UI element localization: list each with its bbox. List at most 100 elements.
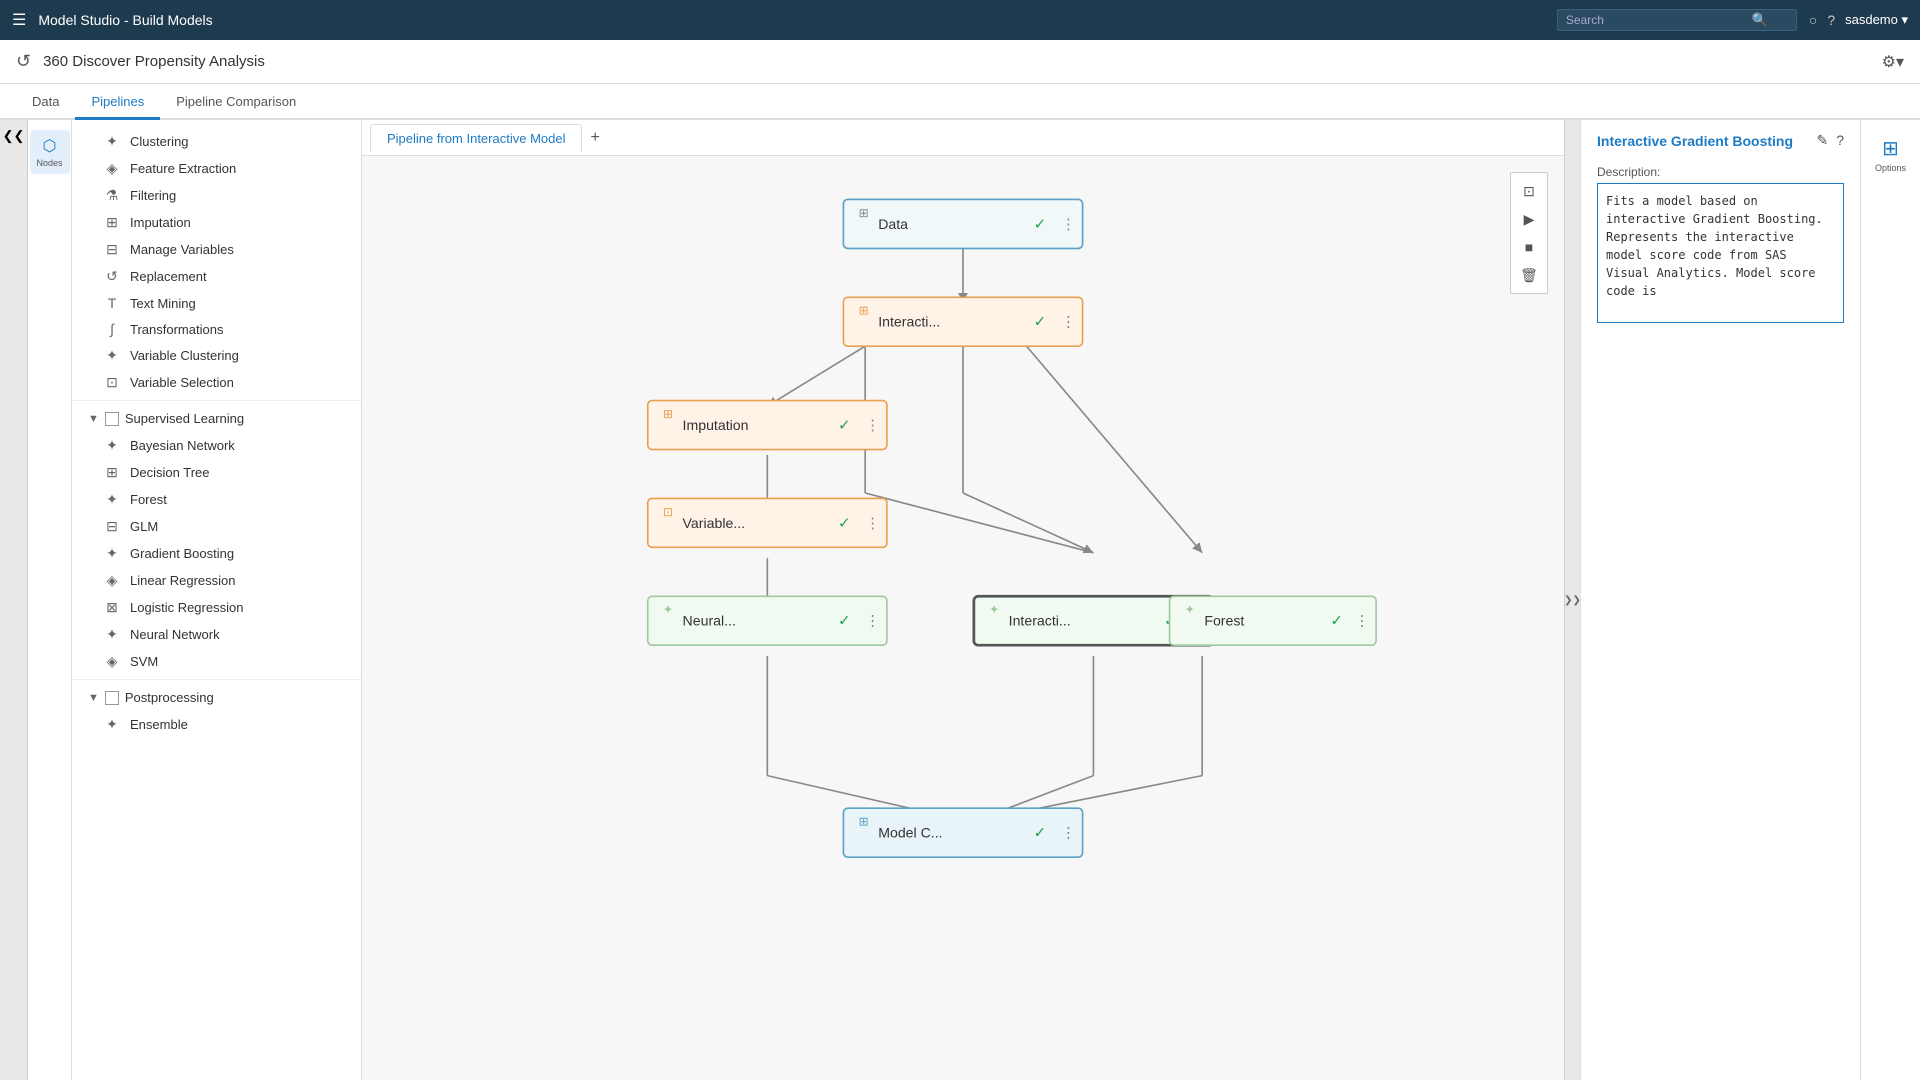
- sidebar-item-forest[interactable]: ✦ Forest: [72, 486, 361, 513]
- variable-clustering-icon: ✦: [104, 347, 120, 364]
- sidebar-item-feature-extraction[interactable]: ◈ Feature Extraction: [72, 155, 361, 182]
- model-comparison-node[interactable]: ⊞ Model C... ✓ ⋮: [843, 808, 1082, 857]
- menu-icon[interactable]: ☰: [12, 10, 26, 30]
- supervised-section-label: Supervised Learning: [125, 411, 244, 426]
- svg-text:✓: ✓: [1034, 825, 1047, 842]
- interactive-gradient-top-node[interactable]: ⊞ Interacti... ✓ ⋮: [843, 297, 1082, 346]
- user-menu[interactable]: sasdemo ▾: [1845, 12, 1908, 28]
- sidebar-item-clustering[interactable]: ✦ Clustering: [72, 128, 361, 155]
- run-button[interactable]: ▶: [1515, 205, 1543, 233]
- header-icons: ○ ? sasdemo ▾: [1809, 12, 1908, 28]
- imputation-node[interactable]: ⊞ Imputation ✓ ⋮: [648, 401, 887, 450]
- sidebar-label-clustering: Clustering: [130, 134, 189, 149]
- nodes-panel-item[interactable]: ⬡ Nodes: [30, 130, 70, 174]
- main-tabbar: Data Pipelines Pipeline Comparison: [0, 84, 1920, 120]
- svg-text:✓: ✓: [1330, 613, 1343, 630]
- sidebar-item-text-mining[interactable]: T Text Mining: [72, 290, 361, 316]
- sidebar-item-imputation[interactable]: ⊞ Imputation: [72, 209, 361, 236]
- sidebar-item-variable-clustering[interactable]: ✦ Variable Clustering: [72, 342, 361, 369]
- fit-view-button[interactable]: ⊡: [1515, 177, 1543, 205]
- sidebar-item-glm[interactable]: ⊟ GLM: [72, 513, 361, 540]
- right-panel-toggle[interactable]: ❯❯: [1564, 120, 1580, 1080]
- add-pipeline-tab-button[interactable]: +: [582, 125, 607, 151]
- sidebar-label-text-mining: Text Mining: [130, 296, 196, 311]
- options-item[interactable]: ⊞ Options: [1863, 130, 1919, 179]
- sidebar-label-neural-network: Neural Network: [130, 627, 220, 642]
- options-label: Options: [1875, 163, 1906, 173]
- sidebar-item-bayesian-network[interactable]: ✦ Bayesian Network: [72, 432, 361, 459]
- svg-text:✓: ✓: [1034, 216, 1047, 233]
- question-icon[interactable]: ?: [1827, 12, 1835, 28]
- svg-text:Data: Data: [878, 216, 908, 232]
- right-panel-title: Interactive Gradient Boosting: [1597, 133, 1793, 149]
- help-circle-icon[interactable]: ○: [1809, 12, 1817, 28]
- main-content: ❮❮ ⬡ Nodes ✦ Clustering ◈ Feature Extrac…: [0, 120, 1920, 1080]
- sidebar-item-variable-selection[interactable]: ⊡ Variable Selection: [72, 369, 361, 396]
- sidebar-item-manage-variables[interactable]: ⊟ Manage Variables: [72, 236, 361, 263]
- sidebar: ✦ Clustering ◈ Feature Extraction ⚗ Filt…: [72, 120, 362, 1080]
- bayesian-network-icon: ✦: [104, 437, 120, 454]
- sidebar-item-replacement[interactable]: ↺ Replacement: [72, 263, 361, 290]
- sidebar-item-logistic-regression[interactable]: ⊠ Logistic Regression: [72, 594, 361, 621]
- sidebar-label-svm: SVM: [130, 654, 158, 669]
- search-input[interactable]: [1566, 13, 1746, 27]
- back-button[interactable]: ↺: [16, 51, 31, 72]
- tab-data[interactable]: Data: [16, 86, 75, 120]
- page-title: 360 Discover Propensity Analysis: [43, 53, 265, 70]
- sidebar-item-ensemble[interactable]: ✦ Ensemble: [72, 711, 361, 738]
- delete-node-button[interactable]: 🗑: [1515, 261, 1543, 289]
- sidebar-item-transformations[interactable]: ∫ Transformations: [72, 316, 361, 342]
- description-label: Description:: [1581, 157, 1860, 183]
- svg-text:Forest: Forest: [1204, 613, 1244, 629]
- right-panel: Interactive Gradient Boosting ✎ ? Descri…: [1580, 120, 1860, 1080]
- gradient-boosting-icon: ✦: [104, 545, 120, 562]
- svg-text:⊞: ⊞: [859, 304, 869, 318]
- supervised-checkbox[interactable]: [105, 412, 119, 426]
- svg-text:Variable...: Variable...: [683, 515, 746, 531]
- divider-2: [72, 679, 361, 680]
- sidebar-item-linear-regression[interactable]: ◈ Linear Regression: [72, 567, 361, 594]
- svg-text:✓: ✓: [838, 613, 851, 630]
- sidebar-toggle[interactable]: ❮❮: [0, 120, 28, 1080]
- description-text[interactable]: [1597, 183, 1844, 323]
- pipeline-tab-interactive[interactable]: Pipeline from Interactive Model: [370, 124, 582, 152]
- tab-pipelines[interactable]: Pipelines: [75, 86, 160, 120]
- postprocessing-section-header[interactable]: ▼ Postprocessing: [72, 684, 361, 711]
- data-node[interactable]: ⊞ Data ✓ ⋮: [843, 199, 1082, 248]
- sidebar-item-decision-tree[interactable]: ⊞ Decision Tree: [72, 459, 361, 486]
- sidebar-label-decision-tree: Decision Tree: [130, 465, 209, 480]
- sidebar-item-filtering[interactable]: ⚗ Filtering: [72, 182, 361, 209]
- edit-icon[interactable]: ✎: [1816, 132, 1828, 149]
- sidebar-item-svm[interactable]: ◈ SVM: [72, 648, 361, 675]
- svg-text:⊞: ⊞: [859, 206, 869, 220]
- help-icon[interactable]: ?: [1836, 132, 1844, 149]
- app-title: Model Studio - Build Models: [38, 12, 1545, 28]
- supervised-section-header[interactable]: ▼ Supervised Learning: [72, 405, 361, 432]
- svg-text:⋮: ⋮: [1061, 825, 1076, 842]
- collapse-left-icon: ❮❮: [3, 128, 25, 144]
- canvas-toolbar: ⊡ ▶ ■ 🗑: [1510, 172, 1548, 294]
- postprocessing-checkbox[interactable]: [105, 691, 119, 705]
- sidebar-label-variable-clustering: Variable Clustering: [130, 348, 239, 363]
- sidebar-label-glm: GLM: [130, 519, 158, 534]
- canvas-area: Pipeline from Interactive Model + ⊡ ▶ ■ …: [362, 120, 1564, 1080]
- sidebar-label-manage-variables: Manage Variables: [130, 242, 234, 257]
- nodes-icon: ⬡: [43, 136, 57, 156]
- svg-text:⋮: ⋮: [1354, 613, 1369, 630]
- neural-network-icon: ✦: [104, 626, 120, 643]
- pipeline-tabs: Pipeline from Interactive Model +: [362, 120, 1564, 156]
- settings-icon[interactable]: ⚙▾: [1882, 52, 1904, 72]
- sidebar-label-bayesian-network: Bayesian Network: [130, 438, 235, 453]
- page-toolbar: ↺ 360 Discover Propensity Analysis ⚙▾: [0, 40, 1920, 84]
- forest-node[interactable]: ✦ Forest ✓ ⋮: [1170, 596, 1377, 645]
- right-panel-action-icons: ✎ ?: [1816, 132, 1844, 149]
- tab-pipeline-comparison[interactable]: Pipeline Comparison: [160, 86, 312, 120]
- stop-button[interactable]: ■: [1515, 233, 1543, 261]
- neural-network-node[interactable]: ✦ Neural... ✓ ⋮: [648, 596, 887, 645]
- sidebar-item-neural-network[interactable]: ✦ Neural Network: [72, 621, 361, 648]
- variable-selection-node[interactable]: ⊡ Variable... ✓ ⋮: [648, 498, 887, 547]
- pipeline-canvas[interactable]: ⊡ ▶ ■ 🗑: [362, 156, 1564, 1080]
- forest-icon: ✦: [104, 491, 120, 508]
- sidebar-item-gradient-boosting[interactable]: ✦ Gradient Boosting: [72, 540, 361, 567]
- sidebar-label-transformations: Transformations: [130, 322, 223, 337]
